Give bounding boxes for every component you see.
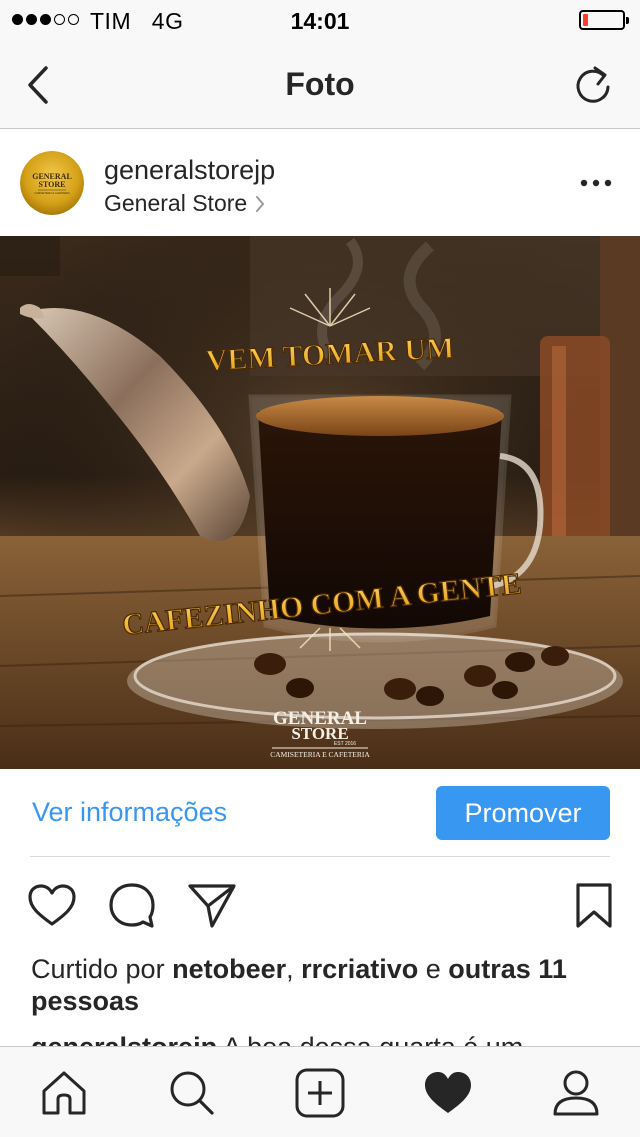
heart-filled-icon <box>425 1072 471 1113</box>
post-location[interactable]: General Store <box>104 190 265 217</box>
photo-logo-est: EST 2016 <box>334 741 356 747</box>
plus-square-icon <box>295 1068 345 1118</box>
post-header: GENERAL STORE CAMISETERIA E CAFETERIA ge… <box>0 129 640 236</box>
promote-button[interactable]: Promover <box>436 786 610 840</box>
svg-text:STORE: STORE <box>39 180 66 189</box>
save-button[interactable] <box>568 880 620 932</box>
likes-summary: Curtido por netobeer, rrcriativo e outra… <box>31 953 611 1017</box>
tab-home[interactable] <box>38 1067 90 1119</box>
coffee-photo: VEM TOMAR UM CAFEZINHO COM A GENTE GENER… <box>0 236 640 769</box>
paper-plane-icon <box>188 884 236 928</box>
tab-activity[interactable] <box>422 1067 474 1119</box>
battery-icon <box>579 10 629 30</box>
post-username[interactable]: generalstorejp <box>104 155 275 186</box>
likes-prefix: Curtido por <box>31 954 165 984</box>
view-insights-link[interactable]: Ver informações <box>32 797 227 828</box>
home-icon <box>42 1071 86 1115</box>
post-photo[interactable]: VEM TOMAR UM CAFEZINHO COM A GENTE GENER… <box>0 236 640 769</box>
post-caption: generalstorejp A boa dessa quarta é um <box>31 1031 611 1047</box>
refresh-icon <box>576 66 610 103</box>
bookmark-icon <box>576 883 612 928</box>
comment-icon <box>109 883 155 928</box>
chevron-right-icon <box>256 195 265 212</box>
heart-outline-icon <box>28 884 76 926</box>
caption-username[interactable]: generalstorejp <box>31 1032 217 1047</box>
tab-search[interactable] <box>166 1067 218 1119</box>
refresh-button[interactable] <box>570 62 616 108</box>
share-button[interactable] <box>186 880 238 932</box>
liker-username[interactable]: rrcriativo <box>301 954 418 984</box>
status-time: 14:01 <box>290 8 350 34</box>
search-icon <box>170 1071 214 1115</box>
page-title: Foto <box>285 66 355 102</box>
comment-button[interactable] <box>106 880 158 932</box>
navigation-bar: Foto <box>0 40 640 129</box>
caption-text: A boa dessa quarta é um <box>223 1032 524 1047</box>
liker-username[interactable]: netobeer <box>172 954 286 984</box>
divider <box>30 856 610 857</box>
likes-separator: , <box>286 954 294 984</box>
location-label: General Store <box>104 190 248 216</box>
like-button[interactable] <box>26 880 78 932</box>
general-store-logo: GENERAL STORE CAMISETERIA E CAFETERIA <box>20 151 84 215</box>
status-bar: TIM 4G 14:01 <box>0 0 640 40</box>
photo-logo-subtitle: CAMISETERIA E CAFETERIA <box>270 750 370 759</box>
profile-icon <box>553 1070 599 1116</box>
more-horizontal-icon <box>580 179 612 187</box>
avatar[interactable]: GENERAL STORE CAMISETERIA E CAFETERIA <box>20 151 84 215</box>
more-options-button[interactable] <box>576 171 616 195</box>
likes-conjunction: e <box>425 954 441 984</box>
tab-profile[interactable] <box>550 1067 602 1119</box>
tab-new-post[interactable] <box>294 1067 346 1119</box>
tab-bar <box>0 1046 640 1137</box>
svg-text:CAMISETERIA E CAFETERIA: CAMISETERIA E CAFETERIA <box>34 191 69 195</box>
